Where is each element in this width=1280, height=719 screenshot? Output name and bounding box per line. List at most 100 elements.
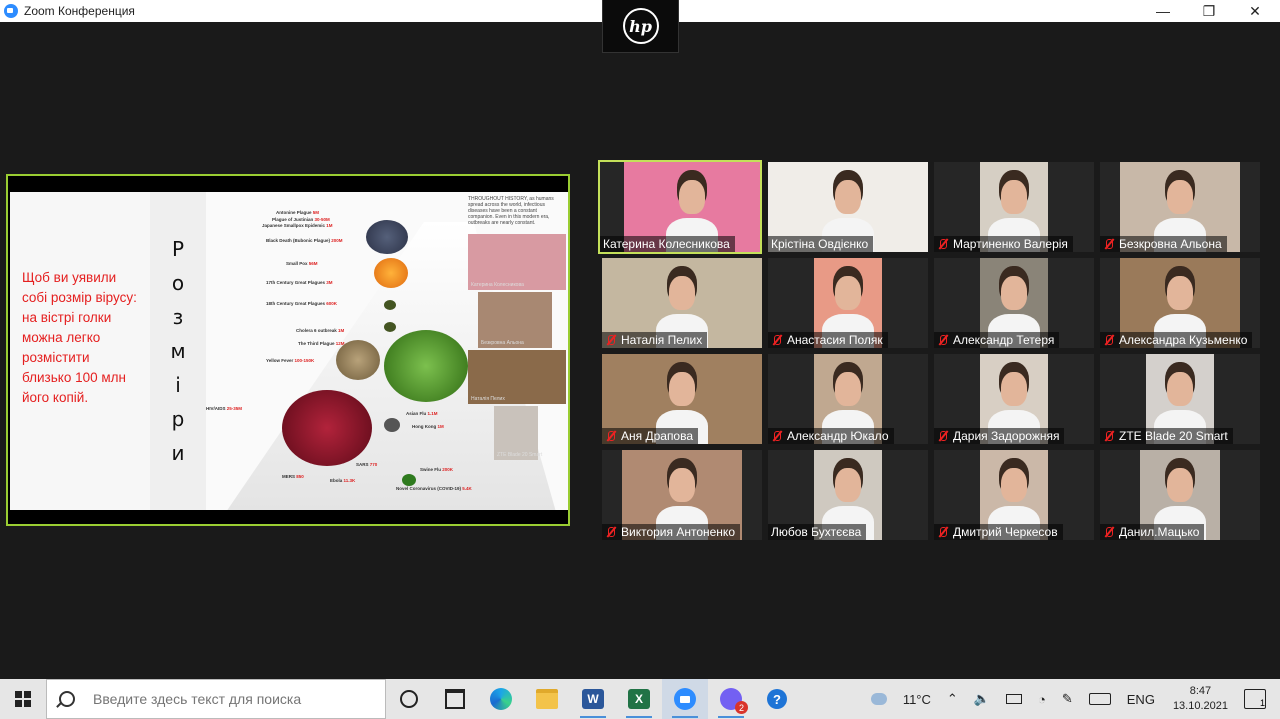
mic-muted-icon	[1103, 334, 1115, 346]
wifi-icon[interactable]: ◔	[1038, 692, 1046, 707]
maximize-button[interactable]: ❐	[1186, 0, 1232, 22]
pandemic-name: Hong Kong	[412, 424, 437, 429]
participant-tile[interactable]: Аня Драпова	[602, 354, 762, 444]
participant-tile[interactable]: Александр Юкало	[768, 354, 928, 444]
participant-tile[interactable]: Наталія Пелих	[602, 258, 762, 348]
taskbar-search[interactable]	[46, 679, 386, 719]
pandemic-name: 18th Century Great Plagues	[266, 301, 326, 306]
volume-icon[interactable]: 🔈	[974, 691, 990, 707]
virus-blob	[336, 340, 380, 380]
zoom-taskbar-button[interactable]	[662, 679, 708, 719]
pandemic-infographic: THROUGHOUT HISTORY, as humans spread acr…	[206, 192, 568, 510]
language-indicator[interactable]: ENG	[1127, 692, 1155, 707]
weather-icon[interactable]	[870, 693, 887, 705]
help-icon: ?	[767, 689, 787, 709]
task-view-button[interactable]	[432, 679, 478, 719]
minimize-button[interactable]: —	[1140, 0, 1186, 22]
participant-face	[1167, 468, 1193, 502]
zoom-icon	[674, 688, 696, 710]
participant-namebar: Любов Бухтєєва	[768, 524, 867, 540]
search-input[interactable]	[91, 690, 375, 708]
participant-tile[interactable]: ZTE Blade 20 Smart	[1100, 354, 1260, 444]
presentation-slide: Щоб ви уявили собі розмір вірусу: на віс…	[10, 192, 568, 510]
participant-tile[interactable]: Безкровна Альона	[1100, 162, 1260, 252]
pandemic-label: Asian Flu 1.1M	[406, 411, 438, 416]
battery-icon[interactable]	[1006, 694, 1022, 704]
system-tray: 11°C ⌃ 🔈 ◔ ✎ ENG 8:47 13.10.2021 1	[863, 679, 1280, 719]
slide-vertical-title: Розміри	[150, 192, 206, 510]
participant-tile[interactable]: Катерина Колесникова	[598, 160, 762, 254]
cortana-button[interactable]	[386, 679, 432, 719]
vertical-title-letter: р	[171, 407, 185, 431]
history-note: THROUGHOUT HISTORY, as humans spread acr…	[468, 196, 554, 226]
word-button[interactable]: W	[570, 679, 616, 719]
pandemic-deaths: 5.4K	[462, 486, 472, 491]
vertical-title-letter: з	[172, 305, 184, 329]
pandemic-deaths: 11.3K	[343, 478, 356, 483]
vertical-title-letter: и	[171, 441, 185, 465]
participant-name: Крістіна Овдієнко	[771, 237, 869, 251]
pandemic-deaths: 600K	[326, 301, 338, 306]
virus-blob	[384, 300, 396, 310]
participant-tile[interactable]: Александра Кузьменко	[1100, 258, 1260, 348]
participant-namebar: Наталія Пелих	[602, 332, 708, 348]
participant-namebar: Мартиненко Валерія	[934, 236, 1073, 252]
pandemic-label: Cholera 6 outbreak 1M	[296, 328, 344, 333]
mic-muted-icon	[771, 334, 783, 346]
clock[interactable]: 8:47 13.10.2021	[1173, 684, 1228, 714]
viber-button[interactable]: 2	[708, 679, 754, 719]
pen-icon[interactable]: ✎	[1062, 691, 1073, 707]
participant-face	[1167, 372, 1193, 406]
pandemic-deaths: 1M	[326, 223, 333, 228]
participant-tile[interactable]: Виктория Антоненко	[602, 450, 762, 540]
virus-blob	[384, 418, 400, 432]
participant-name: Анастасия Поляк	[787, 333, 883, 347]
pandemic-deaths: 56M	[308, 261, 318, 266]
help-button[interactable]: ?	[754, 679, 800, 719]
pandemic-name: The Third Plague	[298, 341, 335, 346]
participant-tile[interactable]: Дмитрий Черкесов	[934, 450, 1094, 540]
pandemic-label: Ebola 11.3K	[330, 478, 355, 483]
excel-button[interactable]: X	[616, 679, 662, 719]
pandemic-name: Small Pox	[286, 261, 308, 266]
pandemic-name: 17th Century Great Plagues	[266, 280, 326, 285]
close-button[interactable]: ✕	[1232, 0, 1278, 22]
participant-namebar: Аня Драпова	[602, 428, 699, 444]
participant-tile[interactable]: Крістіна Овдієнко	[768, 162, 928, 252]
folder-icon	[536, 689, 558, 709]
participant-tile[interactable]: Александр Тетеря	[934, 258, 1094, 348]
file-explorer-button[interactable]	[524, 679, 570, 719]
slide-text-panel: Щоб ви уявили собі розмір вірусу: на віс…	[10, 192, 150, 510]
pandemic-deaths: 850	[296, 474, 304, 479]
participant-tile[interactable]: Анастасия Поляк	[768, 258, 928, 348]
participant-tile[interactable]: Мартиненко Валерія	[934, 162, 1094, 252]
pandemic-label: Novel Coronavirus (COVID-19) 5.4K	[396, 486, 472, 491]
pandemic-deaths: 200K	[442, 467, 454, 472]
pandemic-deaths: 200M	[331, 238, 343, 243]
participant-tile[interactable]: Данил.Мацько	[1100, 450, 1260, 540]
pandemic-label: Swine Flu 200K	[420, 467, 453, 472]
start-button[interactable]	[0, 679, 46, 719]
notification-icon[interactable]: 1	[1244, 689, 1266, 709]
participant-tile[interactable]: Любов Бухтєєва	[768, 450, 928, 540]
participant-face	[835, 372, 861, 406]
pandemic-deaths: 1.1M	[427, 411, 438, 416]
shared-screen[interactable]: Щоб ви уявили собі розмір вірусу: на віс…	[6, 174, 570, 526]
mic-muted-icon	[937, 430, 949, 442]
pandemic-name: Swine Flu	[420, 467, 442, 472]
mic-muted-icon	[605, 430, 617, 442]
chevron-up-icon[interactable]: ⌃	[947, 691, 958, 707]
weather-temperature[interactable]: 11°C	[903, 692, 931, 707]
participant-namebar: Виктория Антоненко	[602, 524, 740, 540]
participant-name: Виктория Антоненко	[621, 525, 735, 539]
participant-tile[interactable]: Дария Задорожняя	[934, 354, 1094, 444]
participant-namebar: Александр Тетеря	[934, 332, 1060, 348]
mic-muted-icon	[1103, 526, 1115, 538]
keyboard-icon[interactable]	[1088, 693, 1111, 705]
mic-muted-icon	[937, 238, 949, 250]
participant-name: Мартиненко Валерія	[953, 237, 1068, 251]
participant-name: Катерина Колесникова	[603, 237, 730, 251]
participant-namebar: Александра Кузьменко	[1100, 332, 1253, 348]
pandemic-name: Yellow Fever	[266, 358, 294, 363]
edge-button[interactable]	[478, 679, 524, 719]
